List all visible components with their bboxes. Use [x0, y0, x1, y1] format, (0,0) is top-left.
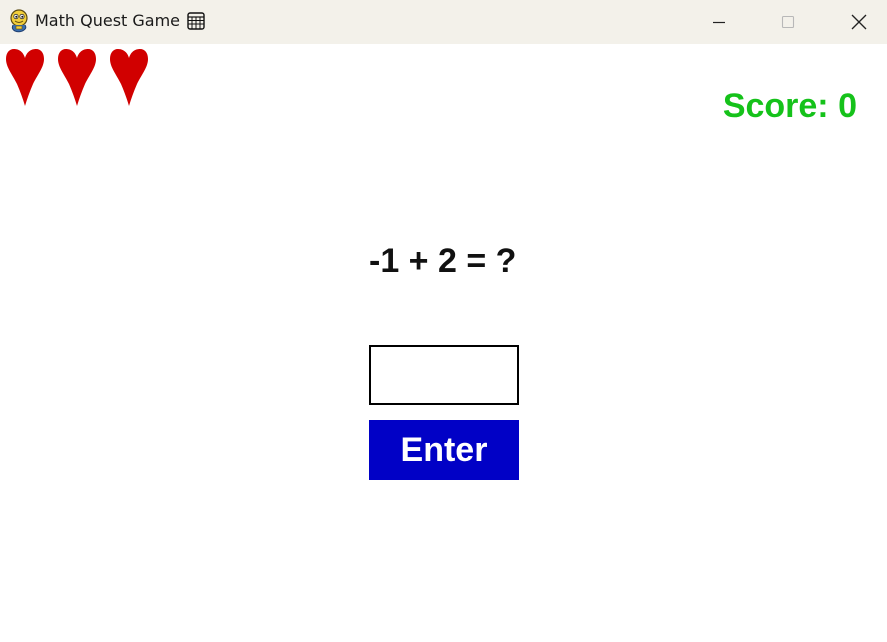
maximize-icon [781, 15, 795, 29]
answer-input[interactable] [369, 345, 519, 405]
close-button[interactable] [829, 0, 887, 44]
minimize-button[interactable] [689, 0, 749, 44]
pygame-snake-icon [10, 9, 28, 33]
math-question: -1 + 2 = ? [369, 242, 517, 280]
score-label: Score: 0 [722, 87, 857, 125]
close-icon [851, 14, 867, 30]
heart-icon [110, 49, 148, 106]
enter-button[interactable]: Enter [369, 420, 519, 480]
window-title: Math Quest Game [35, 11, 181, 30]
game-window: Math Quest Game Score: 0 -1 + 2 = ? Ente… [0, 0, 887, 642]
title-bar: Math Quest Game [0, 0, 887, 44]
heart-icon [6, 49, 44, 106]
maximize-button[interactable] [758, 0, 818, 44]
minimize-icon [713, 21, 725, 24]
keyboard-grid-icon [187, 12, 205, 30]
heart-icon [58, 49, 96, 106]
